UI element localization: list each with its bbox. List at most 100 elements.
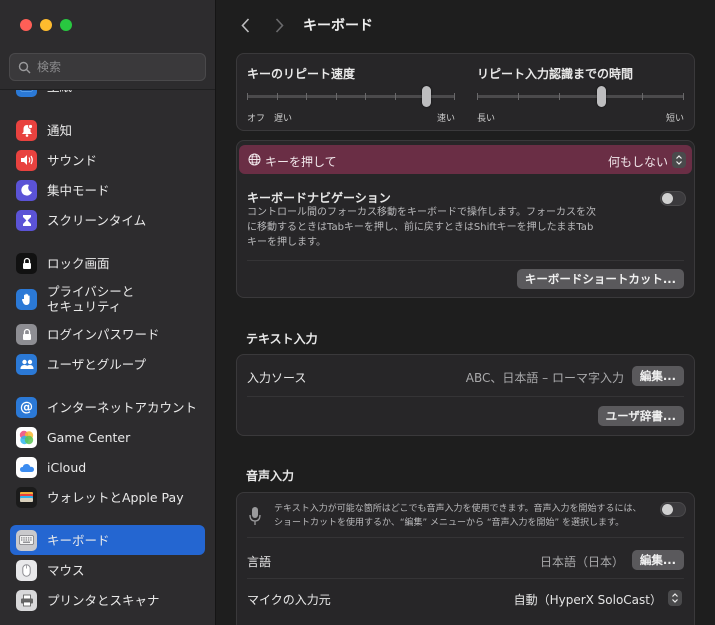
keyboard-icon (16, 529, 37, 551)
delay-long-label: 長い (477, 114, 496, 124)
sidebar-item-wallet[interactable]: ウォレットとApple Pay (10, 482, 205, 512)
sidebar-item-users-groups[interactable]: ユーザとグループ (10, 349, 205, 379)
sidebar-item-icloud[interactable]: iCloud (10, 452, 205, 482)
keyboard-shortcuts-button[interactable]: キーボードショートカット... (516, 269, 684, 289)
sidebar-item-mouse[interactable]: マウス (10, 555, 205, 585)
slider-tick (518, 93, 520, 100)
slider-tick (454, 93, 455, 100)
microphone-source-popup-stepper[interactable] (668, 590, 682, 606)
page-title: キーボード (303, 18, 373, 34)
sidebar-item-notifications[interactable]: 通知 (10, 115, 205, 145)
row-divider (247, 578, 684, 579)
sidebar-item-label: インターネットアカウント (47, 399, 198, 415)
globe-key-popup-stepper[interactable] (672, 152, 686, 168)
row-divider (247, 260, 684, 261)
sidebar-item-label: Game Center (47, 429, 131, 445)
repeat-slow-label: 遅い (274, 114, 293, 124)
dictation-description: テキスト入力が可能な箇所はどこでも音声入力を使用できます。音声入力を開始するには… (274, 502, 642, 530)
sidebar-item-label: 集中モード (47, 182, 110, 198)
printer-icon (16, 589, 37, 611)
microphone-source-value[interactable]: 自動（HyperX SoloCast） (514, 591, 662, 608)
dictation-toggle[interactable] (660, 502, 686, 517)
sound-icon (16, 149, 37, 171)
back-button[interactable] (235, 14, 255, 36)
at-sign-icon: @ (16, 396, 37, 418)
microphone-source-label: マイクの入力元 (247, 593, 331, 607)
microphone-icon (249, 507, 261, 525)
sidebar-item-label: プライバシーと セキュリティ (47, 284, 135, 314)
sidebar-item-label: サウンド (47, 152, 98, 168)
sidebar-item-sound[interactable]: サウンド (10, 145, 205, 175)
sidebar-item-lock-screen[interactable]: ロック画面 (10, 248, 205, 278)
search-field[interactable] (9, 53, 206, 81)
slider-tick (335, 93, 337, 100)
main-pane: キーボード キーのリピート速度 オフ 遅い 速い リピート入力認識までの時間 長… (217, 0, 715, 625)
slider-tick (365, 93, 367, 100)
game-center-icon (16, 426, 37, 448)
sidebar-item-printers[interactable]: プリンタとスキャナ (10, 585, 205, 615)
globe-icon (248, 153, 261, 166)
users-icon (16, 353, 37, 375)
sidebar-item-label: スクリーンタイム (47, 212, 147, 228)
close-window-button[interactable] (20, 19, 32, 31)
sidebar-item-label: ユーザとグループ (47, 356, 147, 372)
slider-tick (276, 93, 278, 100)
delay-short-label: 短い (666, 114, 685, 124)
chevron-up-down-icon (676, 155, 682, 165)
sidebar-item-screen-time[interactable]: スクリーンタイム (10, 205, 205, 235)
key-repeat-rate-slider-knob[interactable] (421, 86, 431, 107)
sidebar-item-privacy[interactable]: プライバシーと セキュリティ (10, 282, 205, 316)
sidebar-item-label: iCloud (47, 459, 87, 475)
focus-moon-icon (16, 179, 37, 201)
repeat-off-label: オフ (247, 114, 266, 124)
description-line: ショートカットを使用するか、“編集” メニューから “音声入力を開始” を選択し… (274, 518, 625, 528)
keyboard-navigation-toggle[interactable] (660, 191, 686, 206)
description-line: コントロール間のフォーカス移動をキーボードで操作します。フォーカスを次 (247, 207, 596, 218)
lock-screen-icon (16, 252, 37, 274)
sidebar-item-label: ウォレットとApple Pay (47, 489, 184, 505)
sidebar-item-label: マウス (47, 562, 85, 578)
row-divider (247, 396, 684, 397)
slider-tick (641, 93, 643, 100)
privacy-hand-icon (16, 288, 37, 310)
chevron-right-icon (275, 17, 284, 33)
globe-key-row[interactable]: キーを押して 何もしない (239, 145, 692, 174)
user-dictionary-button[interactable]: ユーザ辞書... (597, 406, 684, 426)
slider-tick (394, 93, 396, 100)
keyboard-navigation-title: キーボードナビゲーション (247, 191, 391, 205)
dictation-language-edit-button[interactable]: 編集... (631, 550, 684, 570)
key-repeat-rate-title: キーのリピート速度 (247, 67, 356, 81)
input-sources-edit-button[interactable]: 編集... (631, 366, 684, 386)
sidebar-item-label: 通知 (47, 122, 73, 138)
description-line: に移動するときはTabキーを押し、前に戻すときはShiftキーを押したままTab (247, 222, 594, 233)
description-line: キーを押します。 (247, 237, 326, 248)
repeat-delay-slider-knob[interactable] (597, 86, 607, 107)
slider-tick (559, 93, 561, 100)
sidebar-item-label: ログインパスワード (47, 326, 160, 342)
sidebar-item-label: プリンタとスキャナ (47, 592, 160, 608)
sidebar: 壁紙 通知 サウンド 集中モード スクリーンタイム (0, 0, 216, 625)
text-input-section-title: テキスト入力 (246, 332, 318, 346)
forward-button[interactable] (269, 14, 289, 36)
sidebar-item-login-password[interactable]: ログインパスワード (10, 319, 205, 349)
search-input[interactable] (37, 60, 197, 74)
repeat-settings-card: キーのリピート速度 オフ 遅い 速い リピート入力認識までの時間 長い 短い (236, 53, 695, 131)
slider-tick (247, 93, 248, 100)
sidebar-item-internet-accounts[interactable]: @ インターネットアカウント (10, 392, 205, 422)
lock-icon (16, 323, 37, 345)
slider-tick (683, 93, 684, 100)
window-controls (20, 19, 72, 31)
keyboard-options-card: キーを押して 何もしない キーボードナビゲーション コントロール間のフォーカス移… (236, 140, 695, 298)
repeat-delay-track (477, 95, 684, 98)
dictation-language-value: 日本語（日本） (539, 555, 624, 569)
sidebar-item-game-center[interactable]: Game Center (10, 422, 205, 452)
chevron-left-icon (240, 17, 249, 33)
minimize-window-button[interactable] (40, 19, 52, 31)
input-sources-value: ABC、日本語 – ローマ字入力 (465, 371, 624, 385)
globe-key-value[interactable]: 何もしない (608, 153, 668, 170)
sidebar-item-keyboard[interactable]: キーボード (10, 525, 205, 555)
sidebar-item-focus[interactable]: 集中モード (10, 175, 205, 205)
repeat-delay-title: リピート入力認識までの時間 (477, 67, 634, 81)
zoom-window-button[interactable] (60, 19, 72, 31)
input-sources-label: 入力ソース (247, 371, 307, 385)
